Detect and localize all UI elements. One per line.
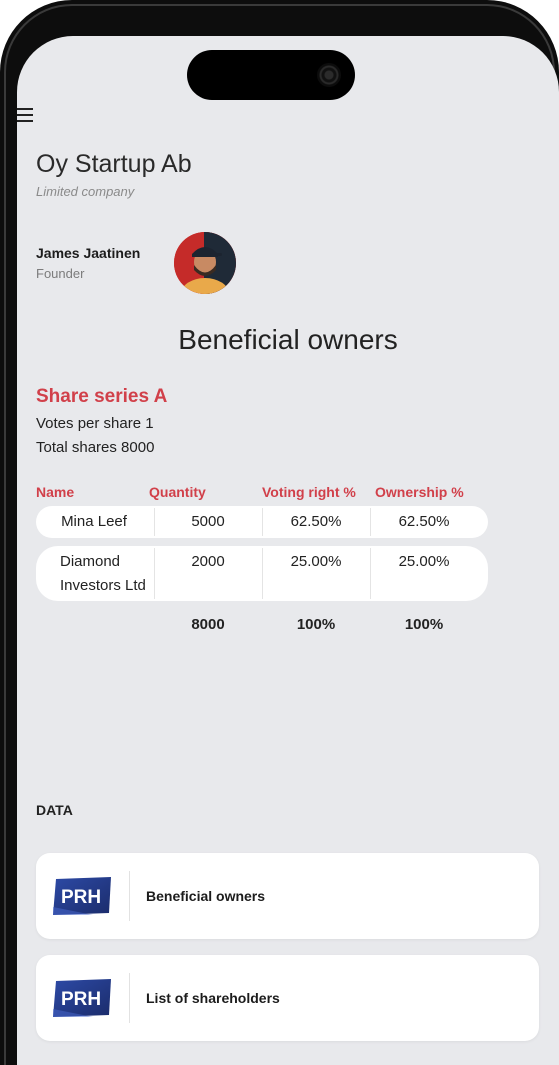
prh-logo-icon: PRH [53,979,111,1017]
total-voting-right: 100% [296,616,336,633]
owner-name: Mina Leef [61,513,127,530]
card-divider [129,973,130,1023]
beneficial-owners-card[interactable]: PRH Beneficial owners [36,853,539,939]
person-role: Founder [36,266,85,281]
column-header-ownership: Ownership % [375,484,464,500]
total-shares: Total shares 8000 [36,439,155,456]
list-of-shareholders-card[interactable]: PRH List of shareholders [36,955,539,1041]
card-divider [129,871,130,921]
company-type: Limited company [36,184,135,199]
page-title: Beneficial owners [178,324,398,355]
card-label: Beneficial owners [146,888,266,904]
column-header-quantity: Quantity [149,484,206,500]
data-section-label: DATA [36,802,73,818]
owner-name: Diamond [60,553,121,570]
owner-voting-right: 62.50% [290,513,342,530]
votes-per-share: Votes per share 1 [36,415,154,432]
total-ownership: 100% [404,616,444,633]
person-name: James Jaatinen [36,245,141,261]
avatar-image [174,232,236,294]
hamburger-menu-icon[interactable] [17,108,33,124]
prh-logo-icon: PRH [53,877,111,915]
owner-name-continued: Investors Ltd [60,577,146,594]
prh-logo-text: PRH [61,887,101,908]
owner-ownership: 25.00% [398,553,450,570]
owner-quantity: 5000 [191,513,225,530]
table-row[interactable]: Diamond Investors Ltd 2000 25.00% 25.00% [36,546,488,601]
company-name: Oy Startup Ab [36,150,192,178]
dynamic-island [187,50,355,100]
camera-icon [317,63,341,87]
table-row[interactable]: Mina Leef 5000 62.50% 62.50% [36,506,488,538]
share-series-title: Share series A [36,386,168,407]
total-quantity: 8000 [191,616,225,633]
owner-ownership: 62.50% [398,513,450,530]
app-screen: Oy Startup Ab Limited company James Jaat… [17,36,559,1065]
card-label: List of shareholders [146,990,280,1006]
column-header-name: Name [36,484,75,500]
prh-logo-text: PRH [61,989,101,1010]
owner-voting-right: 25.00% [290,553,342,570]
avatar[interactable] [174,232,236,294]
owner-quantity: 2000 [191,553,225,570]
column-header-voting-right: Voting right % [262,484,356,500]
phone-frame: Oy Startup Ab Limited company James Jaat… [0,0,559,1065]
